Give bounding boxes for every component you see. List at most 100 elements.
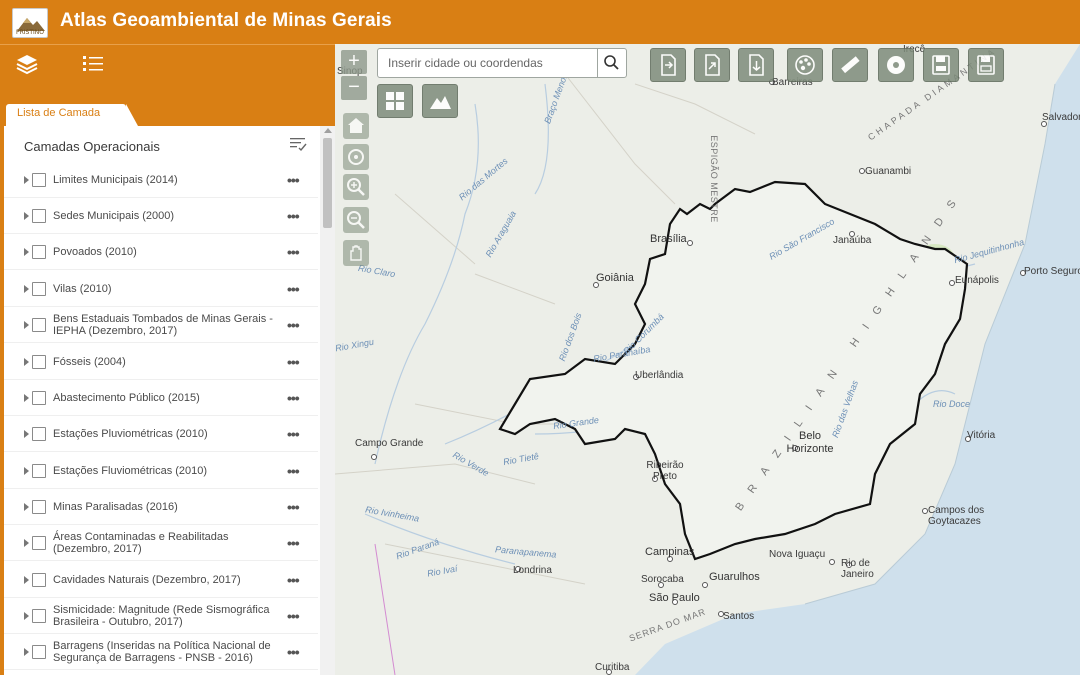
- layer-row[interactable]: Cavidades Naturais (Dezembro, 2017) •••: [4, 562, 318, 598]
- expand-caret-icon[interactable]: [24, 357, 29, 366]
- layer-label: Estações Fluviométricas (2010): [53, 464, 208, 477]
- layer-row[interactable]: Abastecimento Público (2015) •••: [4, 380, 318, 416]
- layer-row[interactable]: Sismicidade: Magnitude (Rede Sismográfic…: [4, 598, 318, 634]
- layer-options-button[interactable]: •••: [287, 281, 300, 297]
- scroll-thumb[interactable]: [323, 138, 332, 228]
- save-button[interactable]: [923, 48, 959, 82]
- layer-row[interactable]: Minas Paralisadas (2016) •••: [4, 489, 318, 525]
- layer-visibility-checkbox[interactable]: [32, 463, 46, 478]
- layer-visibility-checkbox[interactable]: [32, 208, 46, 223]
- export-pdf-button[interactable]: [650, 48, 686, 82]
- add-data-button[interactable]: [878, 48, 914, 82]
- layer-label: Bens Estaduais Tombados de Minas Gerais …: [53, 312, 273, 337]
- export-data-button[interactable]: [738, 48, 774, 82]
- map-view[interactable]: Brasília Goiânia Uberlândia Belo Horizon…: [335, 44, 1080, 675]
- legend-list-icon[interactable]: [82, 53, 104, 80]
- layer-visibility-checkbox[interactable]: [32, 426, 46, 441]
- layer-visibility-checkbox[interactable]: [32, 644, 46, 659]
- elevation-profile-button[interactable]: [422, 84, 458, 118]
- expand-caret-icon[interactable]: [24, 611, 29, 620]
- draw-tools-button[interactable]: [787, 48, 823, 82]
- layer-row[interactable]: Limites Municipais (2014) •••: [4, 162, 318, 198]
- layer-visibility-checkbox[interactable]: [32, 354, 46, 369]
- expand-caret-icon[interactable]: [24, 502, 29, 511]
- layer-row[interactable]: Estações Pluviométricas (2010) •••: [4, 416, 318, 452]
- expand-caret-icon[interactable]: [24, 175, 29, 184]
- app-header: PRISTINO Atlas Geoambiental de Minas Ger…: [0, 0, 1080, 44]
- search-button[interactable]: [597, 48, 627, 78]
- save-icon: [932, 55, 950, 75]
- zoom-out-button[interactable]: −: [341, 76, 367, 100]
- panel-toolbar: [0, 44, 335, 84]
- grid-icon: [386, 92, 404, 110]
- layer-visibility-checkbox[interactable]: [32, 572, 46, 587]
- layer-options-button[interactable]: •••: [287, 572, 300, 588]
- expand-caret-icon[interactable]: [24, 466, 29, 475]
- layer-row[interactable]: Sedes Municipais (2000) •••: [4, 198, 318, 234]
- document-download-icon: [749, 54, 764, 76]
- search-icon: [604, 55, 619, 70]
- layer-row[interactable]: Vilas (2010) •••: [4, 271, 318, 307]
- zoom-in-magnifier-icon[interactable]: [343, 174, 369, 200]
- layer-options-button[interactable]: •••: [287, 208, 300, 224]
- layer-visibility-checkbox[interactable]: [32, 172, 46, 187]
- expand-caret-icon[interactable]: [24, 647, 29, 656]
- layer-visibility-checkbox[interactable]: [32, 317, 46, 332]
- tab-layer-list[interactable]: Lista de Camada: [6, 104, 138, 126]
- layer-visibility-checkbox[interactable]: [32, 390, 46, 405]
- layer-options-button[interactable]: •••: [287, 172, 300, 188]
- layer-visibility-checkbox[interactable]: [32, 244, 46, 259]
- logo-label: PRISTINO: [15, 29, 44, 36]
- panel-scrollbar[interactable]: [320, 126, 335, 675]
- layer-label: Sismicidade: Magnitude (Rede Sismográfic…: [53, 603, 270, 628]
- basemap-gallery-button[interactable]: [377, 84, 413, 118]
- layer-options-button[interactable]: •••: [287, 644, 300, 660]
- layer-options-button[interactable]: •••: [287, 535, 300, 551]
- city-label: Campos dos Goytacazes: [928, 505, 985, 527]
- pan-hand-icon[interactable]: [343, 240, 369, 266]
- locate-icon[interactable]: [343, 144, 369, 170]
- layer-options-button[interactable]: •••: [287, 317, 300, 333]
- layer-row[interactable]: Fósseis (2004) •••: [4, 344, 318, 380]
- scroll-up-arrow-icon[interactable]: [324, 128, 332, 133]
- layer-options-button[interactable]: •••: [287, 499, 300, 515]
- save-as-button[interactable]: [968, 48, 1004, 82]
- layer-options-button[interactable]: •••: [287, 463, 300, 479]
- layer-options-button[interactable]: •••: [287, 608, 300, 624]
- layer-row[interactable]: Bens Estaduais Tombados de Minas Gerais …: [4, 307, 318, 343]
- city-label: Janaúba: [833, 235, 872, 246]
- expand-caret-icon[interactable]: [24, 211, 29, 220]
- layers-icon[interactable]: [16, 53, 38, 80]
- layer-visibility-checkbox[interactable]: [32, 535, 46, 550]
- measure-button[interactable]: [832, 48, 868, 82]
- layer-row[interactable]: Barragens (Inseridas na Política Naciona…: [4, 634, 318, 670]
- layer-row[interactable]: Estações Fluviométricas (2010) •••: [4, 453, 318, 489]
- expand-caret-icon[interactable]: [24, 247, 29, 256]
- layer-label: Barragens (Inseridas na Política Naciona…: [53, 639, 271, 664]
- layer-row[interactable]: Povoados (2010) •••: [4, 234, 318, 270]
- expand-caret-icon[interactable]: [24, 393, 29, 402]
- zoom-out-magnifier-icon[interactable]: [343, 207, 369, 233]
- zoom-in-button[interactable]: +: [341, 50, 367, 74]
- layer-options-button[interactable]: •••: [287, 426, 300, 442]
- basemap: [335, 44, 1080, 675]
- expand-caret-icon[interactable]: [24, 320, 29, 329]
- expand-caret-icon[interactable]: [24, 575, 29, 584]
- home-icon[interactable]: [343, 113, 369, 139]
- layer-visibility-checkbox[interactable]: [32, 499, 46, 514]
- layer-visibility-checkbox[interactable]: [32, 608, 46, 623]
- layer-visibility-checkbox[interactable]: [32, 281, 46, 296]
- export-image-button[interactable]: [694, 48, 730, 82]
- layer-options-button[interactable]: •••: [287, 244, 300, 260]
- layer-options-button[interactable]: •••: [287, 354, 300, 370]
- layer-row[interactable]: Áreas Contaminadas e Reabilitadas (Dezem…: [4, 525, 318, 561]
- expand-caret-icon[interactable]: [24, 538, 29, 547]
- expand-caret-icon[interactable]: [24, 284, 29, 293]
- filter-list-icon[interactable]: [288, 134, 308, 154]
- layer-label: Áreas Contaminadas e Reabilitadas (Dezem…: [53, 530, 229, 555]
- layer-label: Fósseis (2004): [53, 355, 126, 368]
- disc-icon: [887, 56, 905, 74]
- search-input[interactable]: [378, 49, 568, 77]
- expand-caret-icon[interactable]: [24, 429, 29, 438]
- layer-options-button[interactable]: •••: [287, 390, 300, 406]
